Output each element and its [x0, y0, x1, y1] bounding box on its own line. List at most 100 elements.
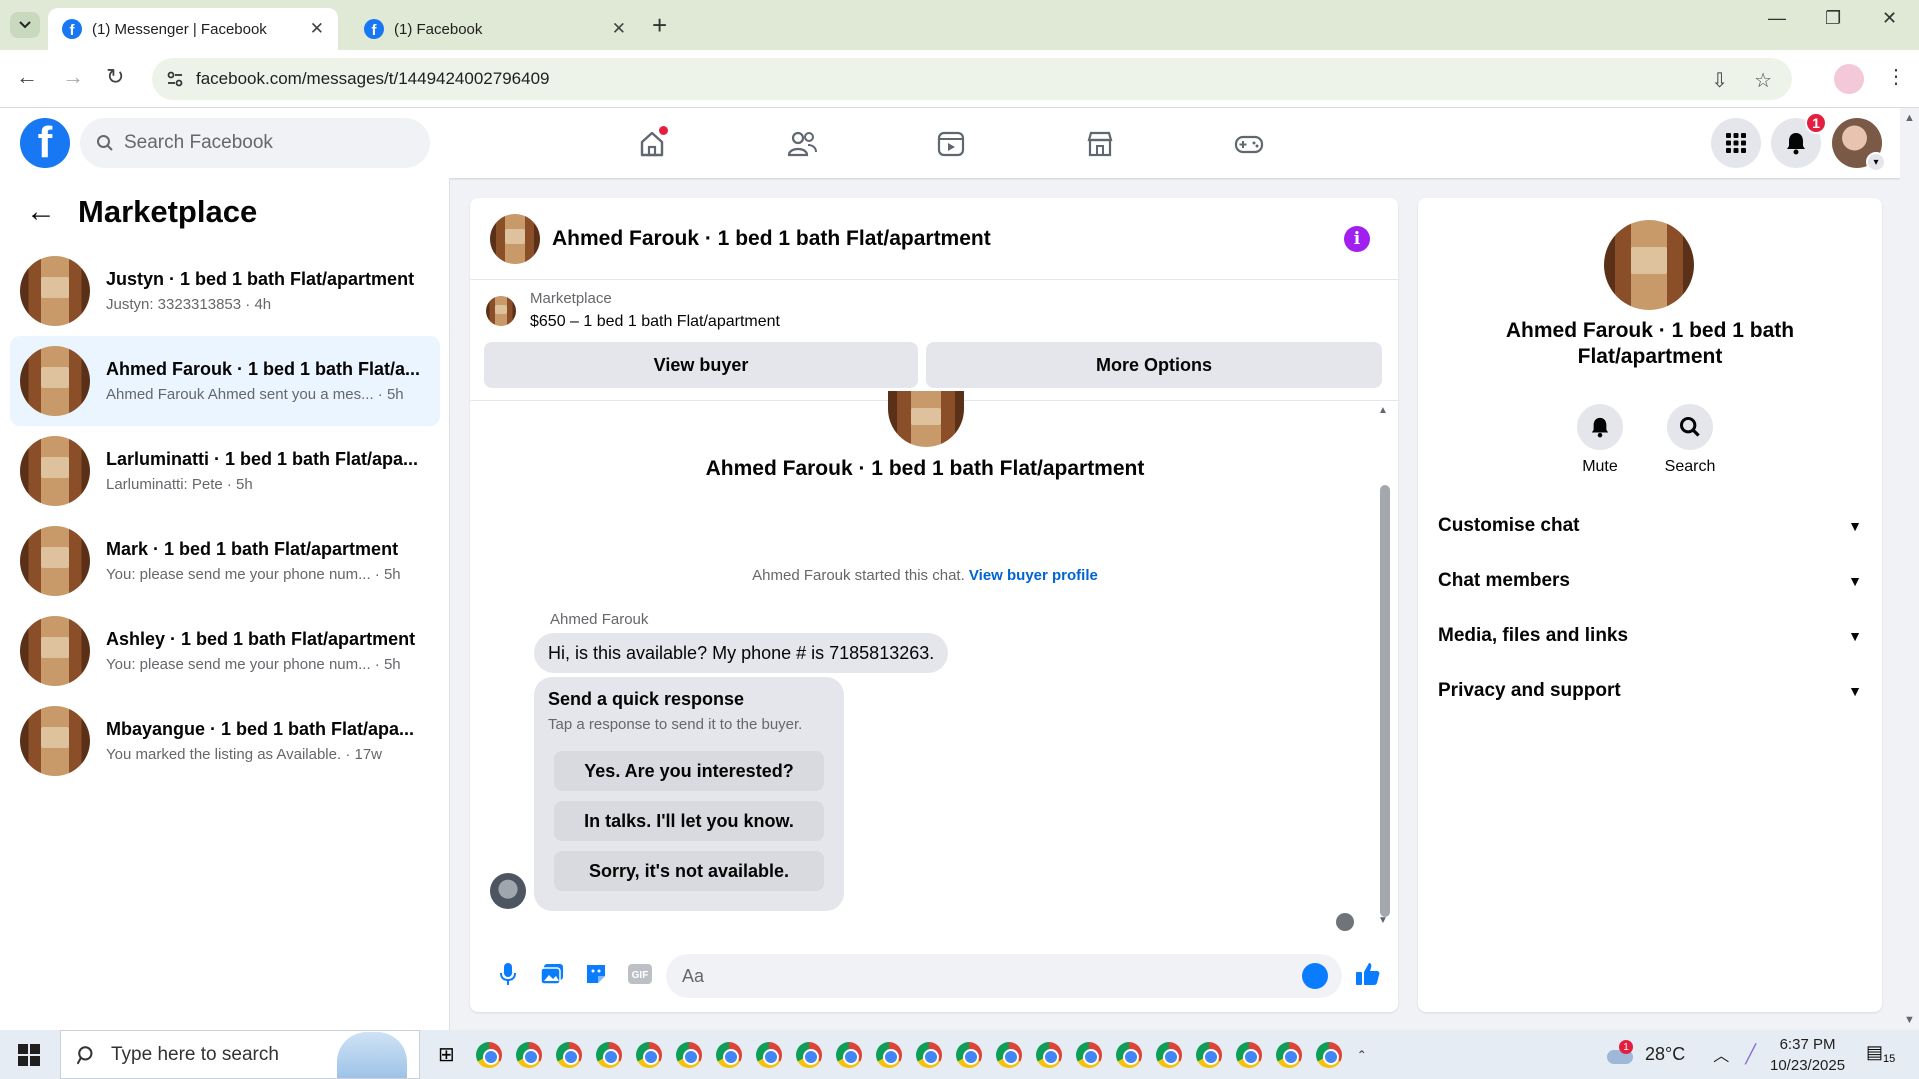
- taskbar-clock[interactable]: 6:37 PM 10/23/2025: [1770, 1034, 1845, 1076]
- pen-icon[interactable]: ╱: [1745, 1044, 1756, 1065]
- notification-center-icon[interactable]: ▤15: [1866, 1042, 1895, 1065]
- url-text: facebook.com/messages/t/1449424002796409: [196, 69, 550, 88]
- tab-facebook[interactable]: f (1) Facebook ✕: [350, 8, 640, 50]
- profile-icon[interactable]: [1834, 64, 1864, 94]
- chevron-down-icon: ▼: [1848, 628, 1862, 644]
- search-action[interactable]: Search: [1650, 404, 1730, 476]
- info-icon[interactable]: i: [1344, 226, 1370, 252]
- nav-video[interactable]: [921, 122, 981, 166]
- chrome-icon[interactable]: [1235, 1041, 1262, 1068]
- chrome-icon[interactable]: [475, 1041, 502, 1068]
- facebook-logo-icon[interactable]: f: [20, 118, 70, 168]
- weather-widget[interactable]: 1 28°C ︿ ╱: [1605, 1040, 1756, 1066]
- bookmark-star-icon[interactable]: ☆: [1754, 68, 1772, 93]
- chat-title[interactable]: Ahmed Farouk · 1 bed 1 bath Flat/apartme…: [552, 227, 991, 251]
- close-tab-icon[interactable]: ✕: [612, 19, 626, 39]
- facebook-search-field[interactable]: Search Facebook: [80, 118, 430, 168]
- minimize-button[interactable]: —: [1768, 8, 1786, 29]
- chrome-icon[interactable]: [1275, 1041, 1302, 1068]
- back-arrow-icon[interactable]: ←: [26, 195, 56, 229]
- scroll-down-icon[interactable]: ▼: [1378, 915, 1388, 926]
- nav-gaming[interactable]: [1219, 122, 1279, 166]
- scroll-up-icon[interactable]: ▲: [1378, 405, 1388, 416]
- restore-button[interactable]: ❐: [1825, 8, 1841, 29]
- chevron-up-icon[interactable]: ︿: [1713, 1042, 1729, 1066]
- notifications-button[interactable]: 1: [1771, 112, 1827, 168]
- chrome-icon[interactable]: [875, 1041, 902, 1068]
- nav-marketplace[interactable]: [1070, 122, 1130, 166]
- page-scrollbar[interactable]: ▲ ▼: [1900, 108, 1919, 1030]
- photo-icon[interactable]: [538, 960, 566, 988]
- chat-avatar[interactable]: [490, 213, 540, 264]
- quick-reply-button[interactable]: Sorry, it's not available.: [554, 851, 824, 891]
- task-view-icon[interactable]: ⊞: [438, 1042, 455, 1067]
- quick-reply-button[interactable]: In talks. I'll let you know.: [554, 801, 824, 841]
- chrome-icon[interactable]: [595, 1041, 622, 1068]
- more-options-button[interactable]: More Options: [926, 342, 1382, 388]
- chat-members-section[interactable]: Chat members ▼: [1438, 561, 1862, 601]
- microphone-icon[interactable]: [494, 960, 522, 988]
- url-field[interactable]: facebook.com/messages/t/1449424002796409…: [152, 58, 1792, 100]
- close-window-button[interactable]: ✕: [1882, 8, 1897, 29]
- chrome-icon[interactable]: [755, 1041, 782, 1068]
- conversation-item[interactable]: Ashley · 1 bed 1 bath Flat/apartment You:…: [10, 606, 440, 696]
- install-app-icon[interactable]: ⇩: [1711, 68, 1728, 93]
- forward-button[interactable]: →: [62, 64, 84, 90]
- chrome-icon[interactable]: [1195, 1041, 1222, 1068]
- new-tab-button[interactable]: +: [652, 10, 667, 41]
- message-input[interactable]: Aa: [666, 954, 1342, 998]
- tab-messenger[interactable]: f (1) Messenger | Facebook ✕: [48, 8, 338, 50]
- conversation-item-active[interactable]: Ahmed Farouk · 1 bed 1 bath Flat/a... Ahm…: [10, 336, 440, 426]
- quick-reply-button[interactable]: Yes. Are you interested?: [554, 751, 824, 791]
- listing-summary[interactable]: Marketplace $650 – 1 bed 1 bath Flat/apa…: [486, 290, 780, 331]
- windows-start-icon[interactable]: [18, 1044, 40, 1066]
- taskbar-overflow-icon[interactable]: ⌃: [1357, 1048, 1367, 1062]
- contact-avatar[interactable]: [1604, 220, 1694, 310]
- emoji-icon[interactable]: [1302, 963, 1328, 989]
- kebab-menu-icon[interactable]: ⋮: [1886, 64, 1906, 89]
- customise-chat-section[interactable]: Customise chat ▼: [1438, 506, 1862, 546]
- taskbar-search[interactable]: Type here to search: [60, 1030, 420, 1079]
- chrome-icon[interactable]: [1155, 1041, 1182, 1068]
- search-placeholder: Search Facebook: [124, 132, 273, 153]
- chrome-icon[interactable]: [1075, 1041, 1102, 1068]
- nav-friends[interactable]: [772, 122, 832, 166]
- chat-scrollbar[interactable]: [1380, 485, 1390, 917]
- chrome-icon[interactable]: [1035, 1041, 1062, 1068]
- chrome-icon[interactable]: [1115, 1041, 1142, 1068]
- chrome-icon[interactable]: [795, 1041, 822, 1068]
- thumbs-up-icon[interactable]: [1354, 960, 1382, 988]
- conversation-item[interactable]: Mbayangue · 1 bed 1 bath Flat/apa... You …: [10, 696, 440, 786]
- menu-button[interactable]: [1711, 118, 1761, 168]
- chrome-icon[interactable]: [1315, 1041, 1342, 1068]
- chrome-icon[interactable]: [955, 1041, 982, 1068]
- tab-search-button[interactable]: [10, 12, 40, 38]
- scroll-down-icon[interactable]: ▼: [1904, 1014, 1915, 1026]
- privacy-support-section[interactable]: Privacy and support ▼: [1438, 671, 1862, 711]
- taskbar-apps: ⊞ ⌃: [438, 1030, 1367, 1079]
- reload-button[interactable]: ↻: [106, 64, 124, 90]
- account-avatar[interactable]: ▾: [1832, 118, 1886, 172]
- gif-icon[interactable]: GIF: [626, 960, 654, 988]
- mute-action[interactable]: Mute: [1560, 404, 1640, 476]
- close-tab-icon[interactable]: ✕: [310, 19, 324, 39]
- conversation-item[interactable]: Larluminatti · 1 bed 1 bath Flat/apa... L…: [10, 426, 440, 516]
- view-buyer-profile-link[interactable]: View buyer profile: [969, 567, 1098, 584]
- chrome-icon[interactable]: [915, 1041, 942, 1068]
- nav-home[interactable]: [622, 122, 682, 166]
- chrome-icon[interactable]: [995, 1041, 1022, 1068]
- view-buyer-button[interactable]: View buyer: [484, 342, 918, 388]
- scroll-up-icon[interactable]: ▲: [1904, 112, 1915, 124]
- back-button[interactable]: ←: [16, 64, 38, 90]
- chrome-icon[interactable]: [635, 1041, 662, 1068]
- conversation-item[interactable]: Justyn · 1 bed 1 bath Flat/apartment Just…: [10, 246, 440, 336]
- sticker-icon[interactable]: [582, 960, 610, 988]
- media-files-section[interactable]: Media, files and links ▼: [1438, 616, 1862, 656]
- conversation-item[interactable]: Mark · 1 bed 1 bath Flat/apartment You: p…: [10, 516, 440, 606]
- site-info-icon[interactable]: [166, 70, 184, 88]
- chrome-icon[interactable]: [515, 1041, 542, 1068]
- chrome-icon[interactable]: [675, 1041, 702, 1068]
- chrome-icon[interactable]: [715, 1041, 742, 1068]
- chrome-icon[interactable]: [555, 1041, 582, 1068]
- chrome-icon[interactable]: [835, 1041, 862, 1068]
